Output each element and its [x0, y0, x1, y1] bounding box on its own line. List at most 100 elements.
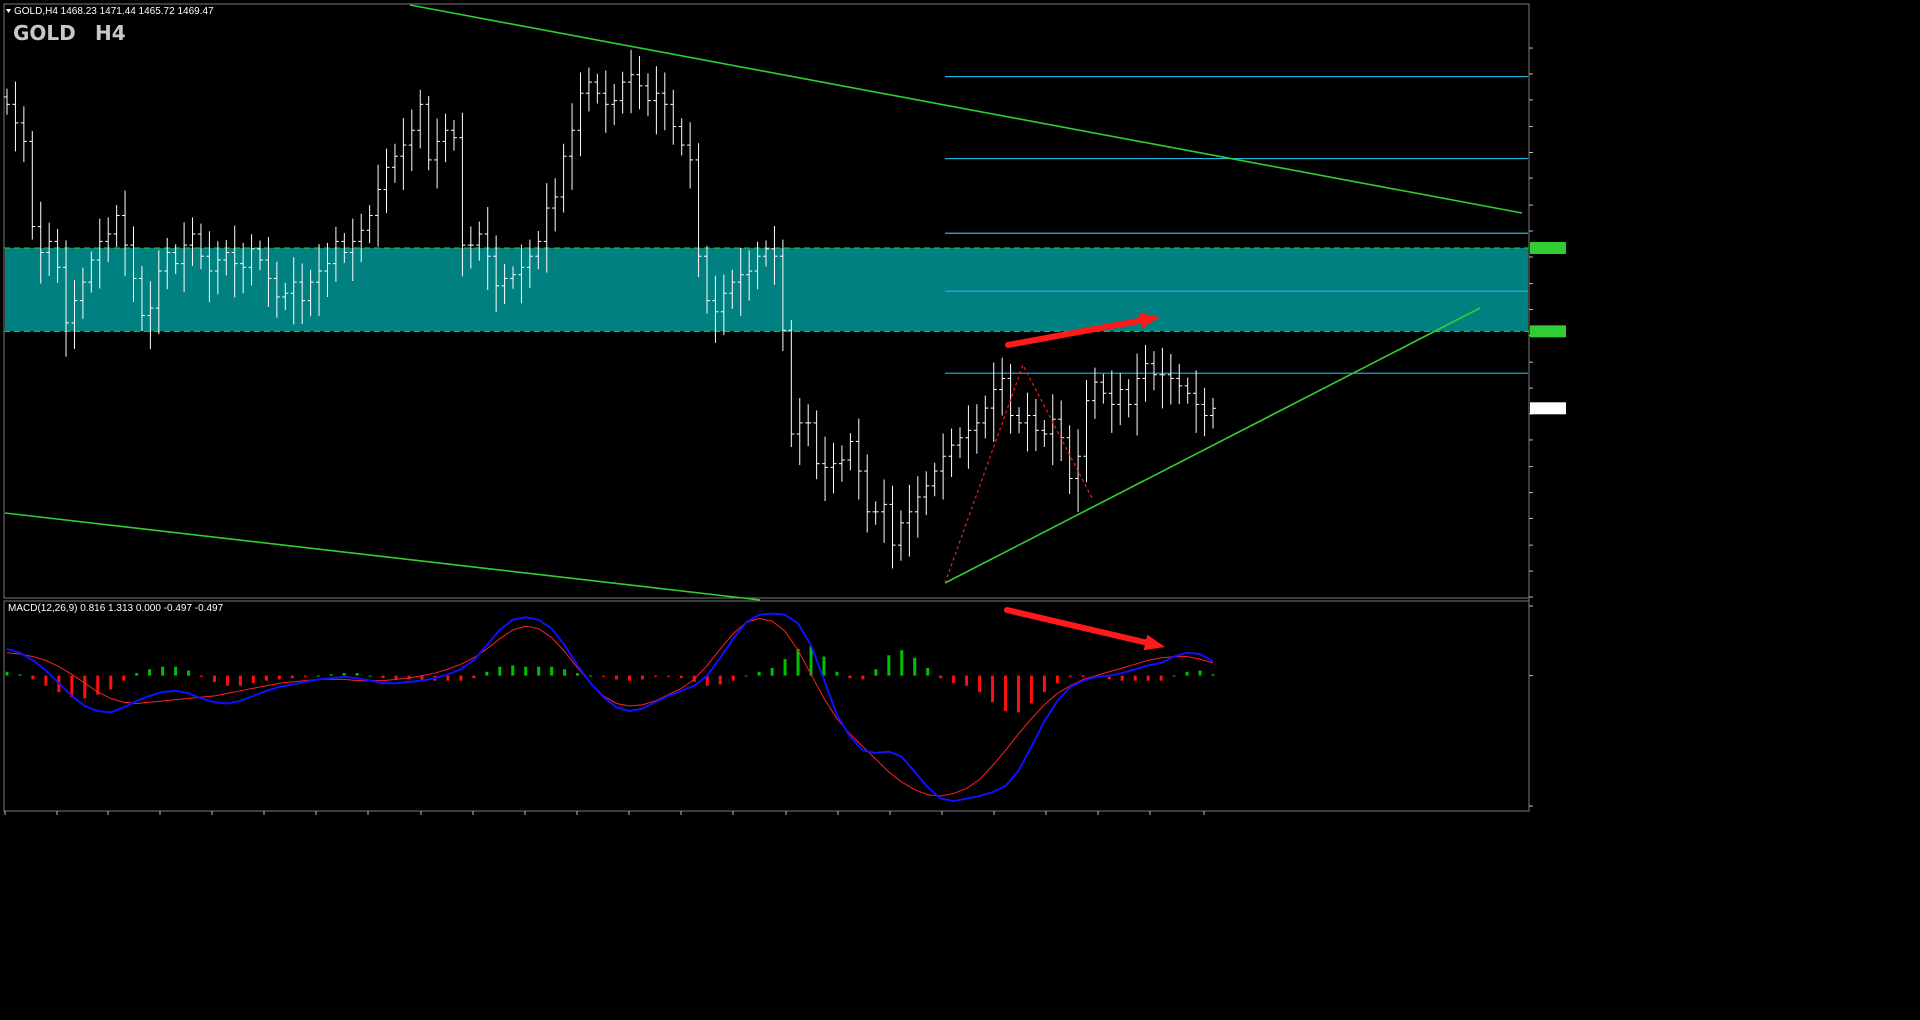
- price-bar: [383, 148, 390, 213]
- macd-histogram-bar: [939, 675, 943, 679]
- trendline: [4, 512, 761, 601]
- price-bar: [442, 113, 449, 163]
- macd-histogram-bar: [848, 675, 852, 679]
- macd-histogram-bar: [329, 674, 333, 676]
- price-bar: [636, 56, 643, 110]
- price-bar: [425, 96, 432, 171]
- price-bar: [20, 106, 27, 163]
- price-bar: [644, 73, 651, 117]
- macd-histogram-bar: [1081, 675, 1085, 677]
- price-bar: [1117, 372, 1124, 426]
- price-bar: [391, 143, 398, 183]
- macd-histogram-bar: [822, 656, 826, 676]
- price-bar: [889, 485, 896, 569]
- macd-histogram-bar: [342, 673, 346, 676]
- macd-histogram-bar: [135, 673, 139, 676]
- macd-histogram-bar: [744, 675, 748, 677]
- price-bar: [982, 395, 989, 439]
- price-bar: [1049, 394, 1056, 466]
- macd-histogram-bar: [303, 675, 307, 677]
- price-bar: [552, 178, 559, 232]
- macd-histogram-bar: [122, 675, 126, 681]
- price-bar: [400, 118, 407, 190]
- price-bar: [822, 436, 829, 502]
- price-bar: [569, 103, 576, 190]
- zone-high-badge: [1530, 241, 1566, 254]
- trendline: [409, 4, 1523, 214]
- macd-histogram-bar: [212, 675, 216, 682]
- price-bar: [897, 510, 904, 561]
- price-bar: [855, 418, 862, 500]
- macd-histogram-bar: [44, 675, 48, 686]
- price-bar: [594, 73, 601, 104]
- price-bar: [450, 119, 457, 151]
- macd-histogram-bar: [1068, 675, 1072, 677]
- price-bar: [1134, 353, 1141, 436]
- last-price-badge: [1530, 402, 1566, 415]
- macd-histogram-bar: [900, 650, 904, 676]
- macd-panel-frame: [3, 600, 1530, 812]
- macd-histogram-bar: [614, 675, 618, 680]
- macd-histogram-bar: [485, 671, 489, 676]
- macd-histogram-bar: [1172, 675, 1176, 677]
- price-bar: [1016, 407, 1023, 434]
- macd-histogram-bar: [1029, 675, 1033, 704]
- fibo-projection-path: [944, 363, 1094, 584]
- price-bar: [864, 454, 871, 533]
- price-bar: [914, 476, 921, 538]
- macd-histogram-bar: [653, 675, 657, 677]
- macd-histogram-bar: [5, 671, 9, 676]
- price-bar: [1176, 363, 1183, 405]
- price-bar: [796, 398, 803, 466]
- macd-histogram-bar: [861, 675, 865, 680]
- watermark-symbol: GOLD: [13, 21, 76, 45]
- macd-histogram-bar: [264, 675, 268, 681]
- price-bar: [1100, 373, 1107, 404]
- price-bar: [577, 72, 584, 157]
- macd-histogram-bar: [446, 675, 450, 681]
- macd-histogram-bar: [1198, 670, 1202, 676]
- macd-histogram-bar: [381, 675, 385, 679]
- price-bar: [1210, 397, 1216, 429]
- macd-histogram-bar: [537, 666, 541, 676]
- macd-histogram-bar: [511, 665, 515, 676]
- macd-histogram-bar: [18, 674, 22, 676]
- price-bar: [872, 501, 879, 525]
- price-bar: [990, 362, 997, 442]
- macd-histogram-bar: [1146, 675, 1150, 681]
- macd-histogram-bar: [83, 675, 87, 699]
- macd-histogram-bar: [1016, 675, 1020, 713]
- macd-histogram-bar: [161, 666, 165, 676]
- macd-histogram-bar: [952, 675, 956, 684]
- price-bar: [1024, 392, 1031, 452]
- macd-histogram-bar: [31, 675, 35, 680]
- price-bar: [113, 205, 120, 247]
- price-bar: [670, 89, 677, 145]
- macd-histogram-bar: [978, 675, 982, 693]
- collapse-arrow-icon[interactable]: [6, 9, 11, 13]
- trading-chart[interactable]: GOLD,H4 1468.23 1471.44 1465.72 1469.47 …: [0, 0, 1920, 1020]
- macd-histogram-bar: [1133, 675, 1137, 681]
- price-bar: [788, 319, 795, 447]
- macd-histogram-bar: [1120, 675, 1124, 681]
- price-bar: [678, 118, 685, 156]
- price-bar: [417, 89, 424, 149]
- macd-histogram-bar: [835, 671, 839, 676]
- macd-histogram-bar: [783, 659, 787, 676]
- macd-histogram-bar: [926, 667, 930, 676]
- macd-histogram-bar: [602, 675, 606, 677]
- macd-histogram-bar: [563, 669, 567, 676]
- price-bar: [1058, 400, 1065, 462]
- macd-header: MACD(12,26,9) 0.816 1.313 0.000 -0.497 -…: [8, 603, 224, 614]
- price-bar: [1193, 370, 1200, 433]
- price-bar: [805, 404, 812, 447]
- macd-histogram-bar: [718, 675, 722, 685]
- price-bar: [1032, 398, 1039, 452]
- macd-histogram-bar: [666, 675, 670, 677]
- price-bar: [560, 143, 567, 213]
- macd-histogram-bar: [174, 666, 178, 676]
- macd-histogram-bar: [874, 669, 878, 676]
- price-bar: [1150, 351, 1157, 391]
- macd-histogram-bar: [148, 669, 152, 676]
- price-bar: [1108, 370, 1115, 433]
